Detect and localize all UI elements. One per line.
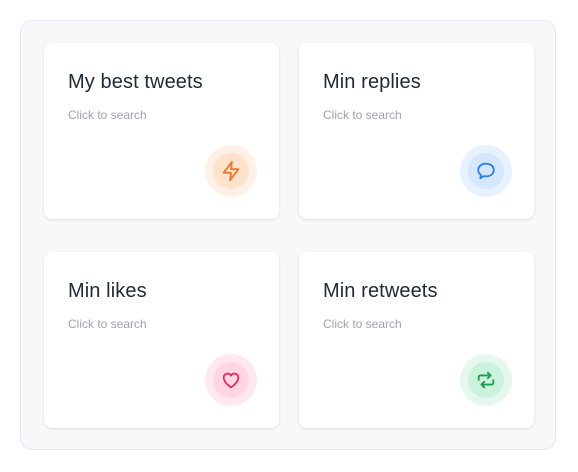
- card-title: Min retweets: [323, 280, 438, 302]
- bolt-icon-badge: [205, 145, 257, 197]
- card-title: My best tweets: [68, 71, 203, 93]
- retweet-icon: [468, 362, 504, 398]
- retweet-icon-badge: [460, 354, 512, 406]
- bolt-icon: [213, 153, 249, 189]
- heart-icon: [213, 362, 249, 398]
- speech-bubble-icon-badge: [460, 145, 512, 197]
- card-subtitle: Click to search: [323, 108, 402, 122]
- best-tweets-card[interactable]: My best tweets Click to search: [44, 43, 279, 219]
- card-title: Min likes: [68, 280, 147, 302]
- card-subtitle: Click to search: [68, 108, 147, 122]
- min-retweets-card[interactable]: Min retweets Click to search: [299, 252, 534, 428]
- card-title: Min replies: [323, 71, 421, 93]
- card-subtitle: Click to search: [68, 317, 147, 331]
- card-subtitle: Click to search: [323, 317, 402, 331]
- heart-icon-badge: [205, 354, 257, 406]
- min-replies-card[interactable]: Min replies Click to search: [299, 43, 534, 219]
- min-likes-card[interactable]: Min likes Click to search: [44, 252, 279, 428]
- speech-bubble-icon: [468, 153, 504, 189]
- search-presets-panel: My best tweets Click to search Min repli…: [20, 20, 556, 450]
